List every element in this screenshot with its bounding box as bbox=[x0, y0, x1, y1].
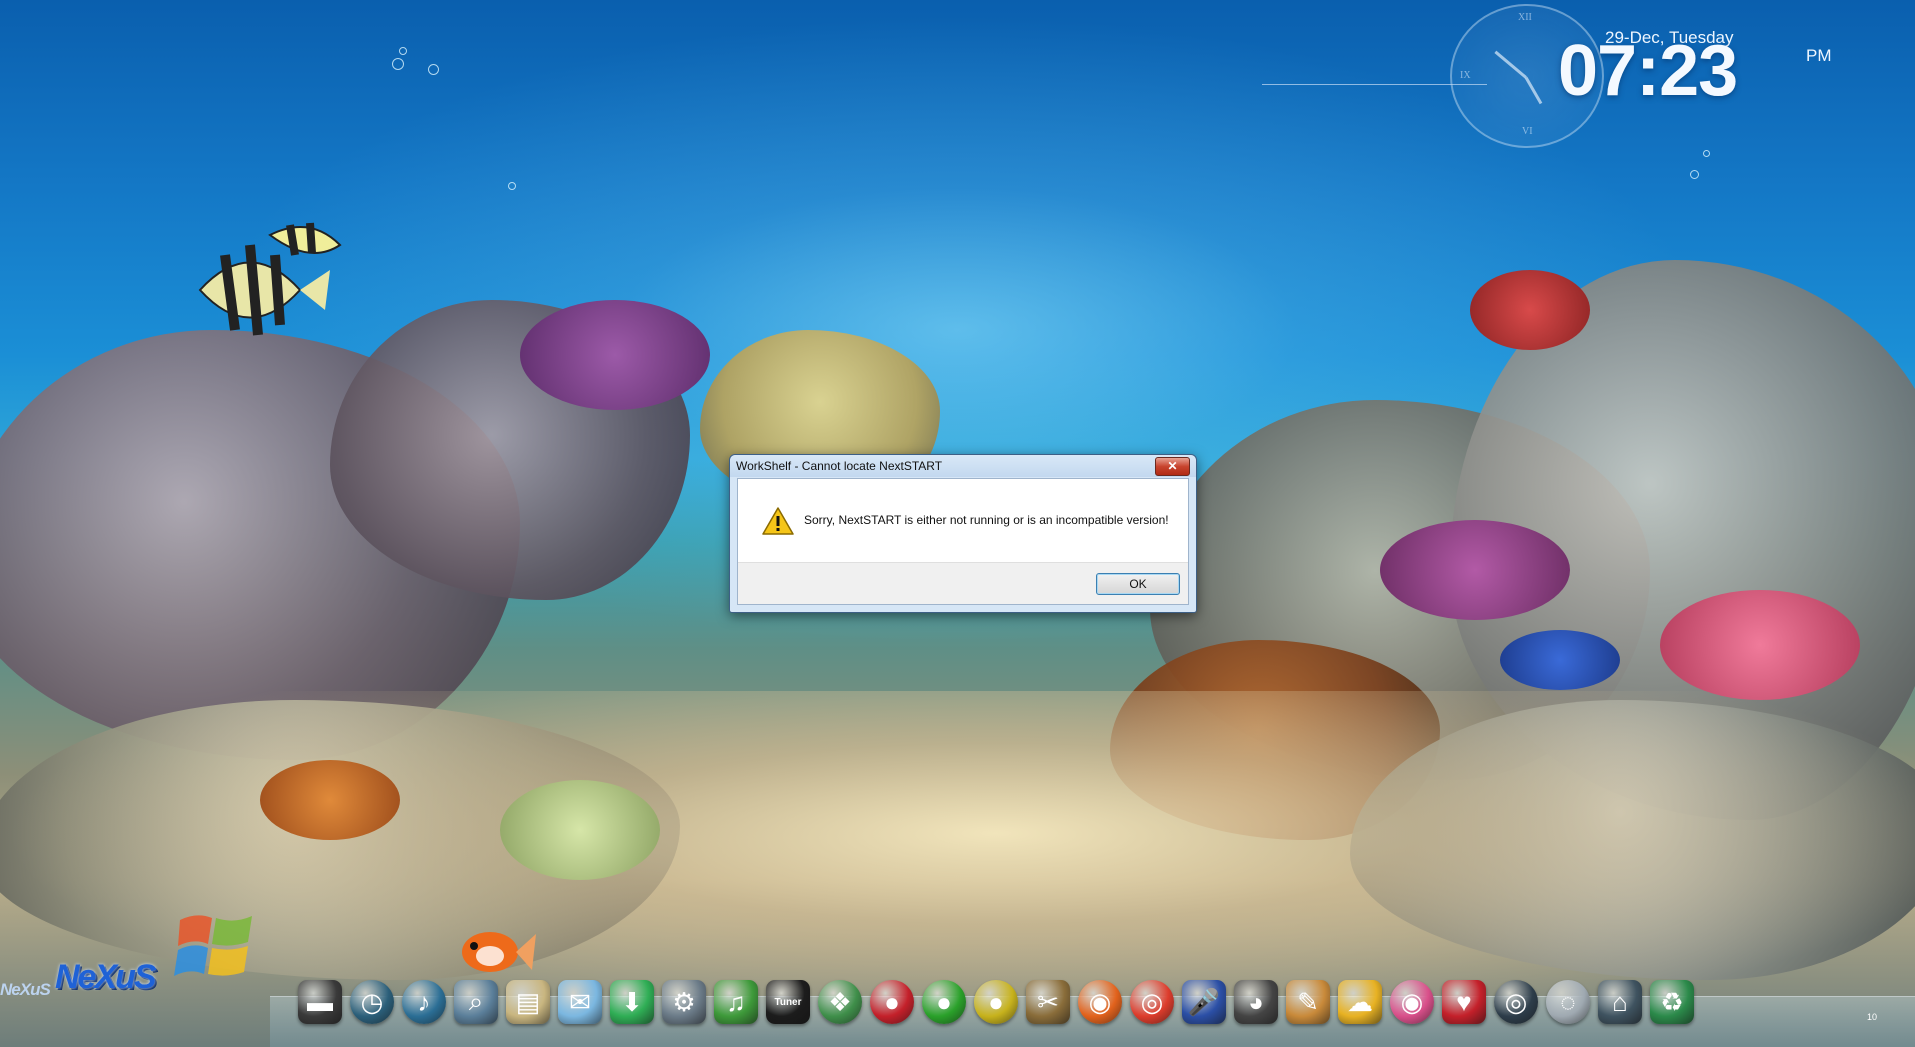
orange-coral bbox=[260, 760, 400, 840]
bubble bbox=[508, 182, 516, 190]
warning-icon bbox=[762, 507, 794, 535]
dialog-message: Sorry, NextSTART is either not running o… bbox=[804, 513, 1169, 527]
dialog-title: WorkShelf - Cannot locate NextSTART bbox=[736, 459, 943, 473]
dvd-icon[interactable]: ◌ bbox=[1546, 980, 1590, 1024]
clock-numeral-ix: IX bbox=[1460, 70, 1471, 81]
close-button[interactable]: ✕ bbox=[1155, 457, 1190, 476]
clock-numeral-vi: VI bbox=[1522, 126, 1533, 137]
windows-orb-icon[interactable] bbox=[172, 900, 258, 986]
dialog-button-area: OK bbox=[738, 562, 1188, 604]
yellow-orb-icon[interactable]: ● bbox=[974, 980, 1018, 1024]
bubble bbox=[1690, 170, 1699, 179]
bubble bbox=[428, 64, 439, 75]
notes-icon[interactable]: ▤ bbox=[506, 980, 550, 1024]
ok-button[interactable]: OK bbox=[1096, 573, 1180, 595]
weather-icon[interactable]: ☁ bbox=[1338, 980, 1382, 1024]
error-dialog: WorkShelf - Cannot locate NextSTART ✕ So… bbox=[729, 454, 1197, 613]
red-coral bbox=[1470, 270, 1590, 350]
camera-icon[interactable]: ◎ bbox=[1494, 980, 1538, 1024]
clock-icon[interactable]: ◷ bbox=[350, 980, 394, 1024]
music-icon[interactable]: ♫ bbox=[714, 980, 758, 1024]
heart-monitor-icon[interactable]: ♥ bbox=[1442, 980, 1486, 1024]
clock-minute-hand bbox=[1524, 76, 1543, 105]
goldfish-icon[interactable] bbox=[450, 920, 540, 980]
recycle-bin-icon[interactable]: ♻ bbox=[1650, 980, 1694, 1024]
clock-ampm: PM bbox=[1806, 46, 1832, 65]
microphone-icon[interactable]: 🎤 bbox=[1182, 980, 1226, 1024]
paint-icon[interactable]: ✎ bbox=[1286, 980, 1330, 1024]
network-icon[interactable]: ⌂ bbox=[1598, 980, 1642, 1024]
mail-icon[interactable]: ✉ bbox=[558, 980, 602, 1024]
settings-icon[interactable]: ⚙ bbox=[662, 980, 706, 1024]
green-orb-icon[interactable]: ● bbox=[922, 980, 966, 1024]
tray-number: 10 bbox=[1866, 1012, 1877, 1022]
clock-numeral-xii: XII bbox=[1518, 12, 1532, 23]
nexus-dock: NeXuS NeXuS ▬ ◷ ♪ ⌕ ▤ ✉ ⬇ ⚙ ♫ Tuner ❖ ● ● ● ✂ ◉ ◎ 🎤 ◕ ✎ ☁ ◉ ♥ ◎… bbox=[0, 915, 1915, 1047]
disc-icon[interactable]: ◉ bbox=[1390, 980, 1434, 1024]
dialog-titlebar[interactable]: WorkShelf - Cannot locate NextSTART ✕ bbox=[730, 455, 1196, 477]
clock-time: 07:23 bbox=[1558, 31, 1738, 111]
pink-coral bbox=[1660, 590, 1860, 700]
tools-icon[interactable]: ✂ bbox=[1026, 980, 1070, 1024]
clock-widget: XII IX VI 29-Dec, Tuesday 07:23 PM bbox=[1262, 2, 1840, 152]
bubble bbox=[399, 47, 407, 55]
clock-hour-hand bbox=[1494, 50, 1527, 79]
chrome-icon[interactable]: ◎ bbox=[1130, 980, 1174, 1024]
download-icon[interactable]: ⬇ bbox=[610, 980, 654, 1024]
purple-coral bbox=[520, 300, 710, 410]
dialog-body: Sorry, NextSTART is either not running o… bbox=[737, 478, 1189, 605]
blue-clam bbox=[1500, 630, 1620, 690]
dialog-message-area: Sorry, NextSTART is either not running o… bbox=[738, 479, 1188, 563]
purple-coral bbox=[1380, 520, 1570, 620]
windows-start-icon[interactable]: ❖ bbox=[818, 980, 862, 1024]
firefox-icon[interactable]: ◉ bbox=[1078, 980, 1122, 1024]
bubble bbox=[392, 58, 404, 70]
nexus-logo[interactable]: NeXuS bbox=[55, 958, 157, 997]
nexus-small-logo[interactable]: NeXuS bbox=[0, 980, 51, 1000]
panda-icon[interactable]: ◕ bbox=[1234, 980, 1278, 1024]
tuner-label: Tuner bbox=[774, 996, 802, 1008]
red-orb-icon[interactable]: ● bbox=[870, 980, 914, 1024]
angelfish-group bbox=[198, 222, 342, 336]
volume-icon[interactable]: ♪ bbox=[402, 980, 446, 1024]
green-coral bbox=[500, 780, 660, 880]
folder-icon[interactable]: ▬ bbox=[298, 980, 342, 1024]
tuner-icon[interactable]: Tuner bbox=[766, 980, 810, 1024]
search-icon[interactable]: ⌕ bbox=[454, 980, 498, 1024]
